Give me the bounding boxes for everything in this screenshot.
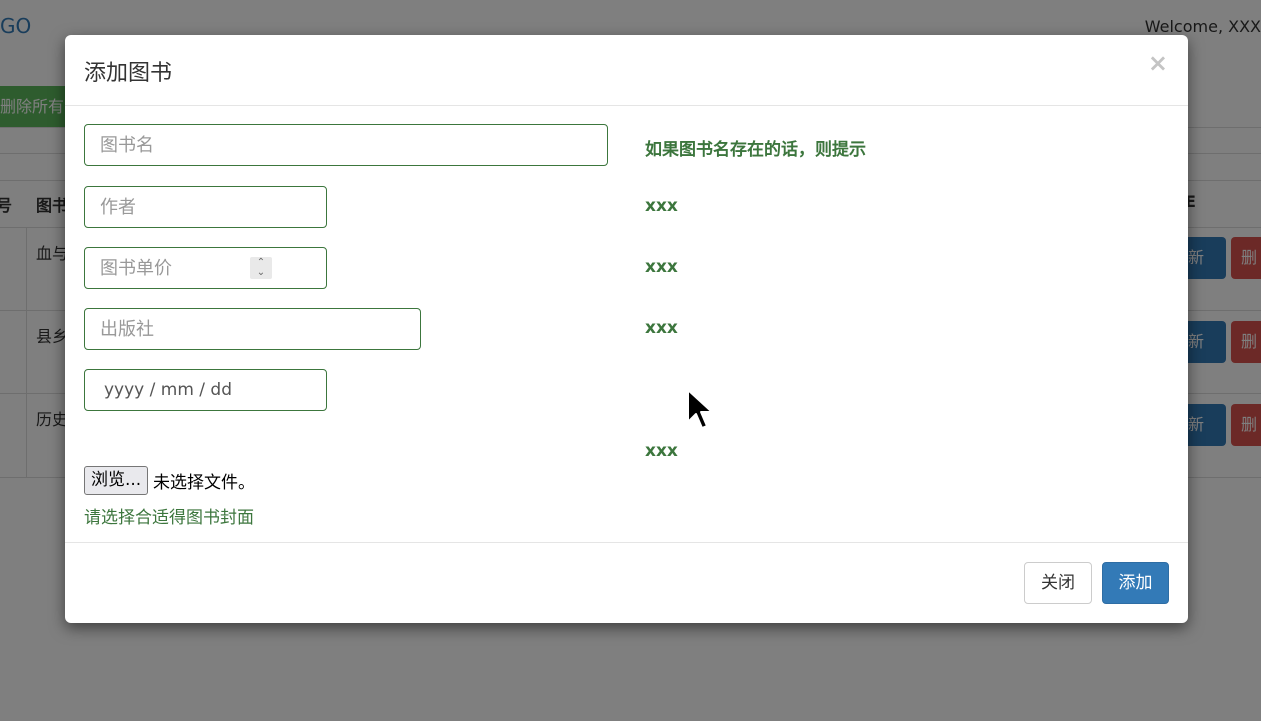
add-book-modal: 添加图书 × 如果图书名存在的话，则提示 xxx ⌃⌄ xxx xxx yyyy…: [65, 35, 1188, 623]
modal-body: 如果图书名存在的话，则提示 xxx ⌃⌄ xxx xxx yyyy / mm /…: [65, 106, 1188, 543]
price-hint: xxx: [645, 257, 678, 277]
mouse-cursor-icon: [687, 389, 713, 429]
cover-hint: xxx: [645, 441, 678, 461]
close-icon[interactable]: ×: [1148, 49, 1168, 77]
modal-footer: 关闭 添加: [65, 542, 1188, 623]
modal-header: 添加图书 ×: [65, 35, 1188, 106]
browse-file-button[interactable]: 浏览...: [84, 466, 149, 495]
publish-date-input[interactable]: yyyy / mm / dd: [84, 369, 327, 411]
publisher-input[interactable]: [84, 308, 421, 350]
file-status-text: 未选择文件。: [153, 473, 255, 493]
price-input[interactable]: [84, 247, 327, 289]
number-spinner-icon[interactable]: ⌃ ⌄: [250, 257, 272, 279]
author-input[interactable]: [84, 186, 327, 228]
modal-title: 添加图书: [84, 61, 173, 86]
add-button[interactable]: 添加: [1102, 562, 1169, 604]
author-hint: xxx: [645, 196, 678, 216]
cover-help-text: 请选择合适得图书封面: [84, 508, 254, 528]
book-name-hint: 如果图书名存在的话，则提示: [645, 140, 866, 160]
book-name-input[interactable]: [84, 124, 608, 166]
close-button[interactable]: 关闭: [1024, 562, 1092, 604]
publisher-hint: xxx: [645, 318, 678, 338]
